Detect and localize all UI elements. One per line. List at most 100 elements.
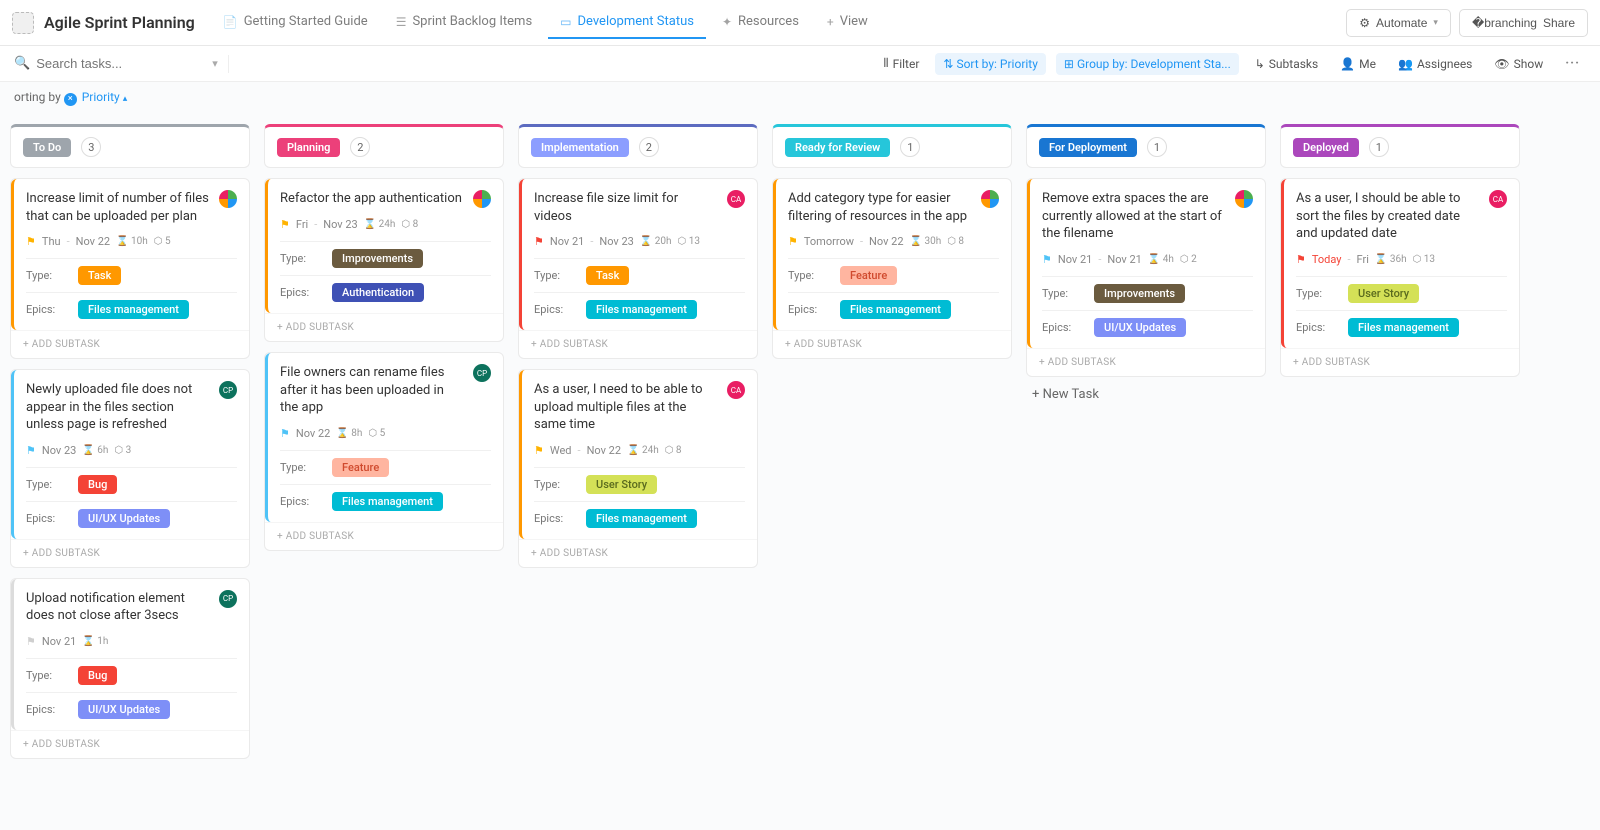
tab-getting-started[interactable]: 📄Getting Started Guide <box>211 6 380 39</box>
add-subtask-button[interactable]: + ADD SUBTASK <box>1281 348 1519 376</box>
task-card[interactable]: As a user, I should be able to sort the … <box>1280 178 1520 377</box>
me-button[interactable]: 👤Me <box>1334 53 1382 75</box>
priority-flag-icon[interactable]: ⚑ <box>534 444 544 457</box>
assignee-avatar[interactable] <box>473 190 491 208</box>
assignee-avatar[interactable]: CA <box>727 381 745 399</box>
priority-flag-icon[interactable]: ⚑ <box>788 235 798 248</box>
page-title: Agile Sprint Planning <box>44 13 195 32</box>
type-tag[interactable]: Improvements <box>332 249 423 268</box>
epics-tag[interactable]: Files management <box>586 300 697 319</box>
task-title: Newly uploaded file does not appear in t… <box>26 381 211 434</box>
task-card[interactable]: As a user, I need to be able to upload m… <box>518 369 758 568</box>
assignee-avatar[interactable]: CA <box>1489 190 1507 208</box>
column-header[interactable]: To Do3 <box>10 124 250 168</box>
task-date: Wed <box>550 444 572 457</box>
task-date: Nov 23 <box>599 235 633 248</box>
priority-flag-icon[interactable]: ⚑ <box>280 427 290 440</box>
priority-flag-icon[interactable]: ⚑ <box>26 444 36 457</box>
epics-tag[interactable]: UI/UX Updates <box>78 509 170 528</box>
assignee-avatar[interactable]: CP <box>473 364 491 382</box>
field-row: Type:Feature <box>788 258 999 292</box>
type-tag[interactable]: Task <box>78 266 121 285</box>
tab-add-view[interactable]: +View <box>815 6 880 39</box>
share-button[interactable]: �branchingShare <box>1459 9 1588 37</box>
epics-tag[interactable]: UI/UX Updates <box>1094 318 1186 337</box>
close-icon[interactable]: × <box>64 93 77 106</box>
new-task-button[interactable]: + New Task <box>1026 377 1266 412</box>
epics-tag[interactable]: Files management <box>1348 318 1459 337</box>
column-header[interactable]: For Deployment1 <box>1026 124 1266 168</box>
story-points: ⬡ 2 <box>1180 254 1197 265</box>
type-tag[interactable]: Task <box>586 266 629 285</box>
epics-tag[interactable]: Files management <box>586 509 697 528</box>
add-subtask-button[interactable]: + ADD SUBTASK <box>519 330 757 358</box>
filter-button[interactable]: ⫴Filter <box>878 52 926 75</box>
search-input[interactable] <box>36 56 176 71</box>
priority-flag-icon[interactable]: ⚑ <box>1296 253 1306 266</box>
type-tag[interactable]: Feature <box>840 266 897 285</box>
tab-resources[interactable]: ✦Resources <box>710 6 811 39</box>
assignee-avatar[interactable]: CP <box>219 590 237 608</box>
add-subtask-button[interactable]: + ADD SUBTASK <box>11 330 249 358</box>
show-button[interactable]: 👁Show <box>1488 53 1549 75</box>
task-card[interactable]: File owners can rename files after it ha… <box>264 352 504 551</box>
add-subtask-button[interactable]: + ADD SUBTASK <box>265 313 503 341</box>
epics-tag[interactable]: UI/UX Updates <box>78 700 170 719</box>
priority-flag-icon[interactable]: ⚑ <box>1042 253 1052 266</box>
task-card[interactable]: Increase file size limit for videosCA⚑No… <box>518 178 758 359</box>
field-row: Type:Improvements <box>1042 276 1253 310</box>
type-tag[interactable]: Feature <box>332 458 389 477</box>
priority-flag-icon[interactable]: ⚑ <box>280 218 290 231</box>
epics-tag[interactable]: Files management <box>78 300 189 319</box>
task-card[interactable]: Add category type for easier filtering o… <box>772 178 1012 359</box>
add-subtask-button[interactable]: + ADD SUBTASK <box>265 522 503 550</box>
type-tag[interactable]: Bug <box>78 475 117 494</box>
add-subtask-button[interactable]: + ADD SUBTASK <box>11 730 249 758</box>
column-count: 2 <box>639 137 659 157</box>
column-header[interactable]: Planning2 <box>264 124 504 168</box>
column-header[interactable]: Ready for Review1 <box>772 124 1012 168</box>
add-subtask-button[interactable]: + ADD SUBTASK <box>11 539 249 567</box>
type-tag[interactable]: Bug <box>78 666 117 685</box>
task-card[interactable]: Newly uploaded file does not appear in t… <box>10 369 250 568</box>
assignee-avatar[interactable]: CA <box>727 190 745 208</box>
task-card[interactable]: Upload notification element does not clo… <box>10 578 250 759</box>
more-button[interactable]: ··· <box>1559 56 1586 71</box>
epics-tag[interactable]: Files management <box>840 300 951 319</box>
sort-by-chip[interactable]: ⇅ Sort by: Priority <box>935 53 1046 75</box>
assignee-avatar[interactable] <box>981 190 999 208</box>
task-card[interactable]: Remove extra spaces the are currently al… <box>1026 178 1266 377</box>
type-tag[interactable]: User Story <box>586 475 657 494</box>
column-header[interactable]: Implementation2 <box>518 124 758 168</box>
subtasks-button[interactable]: ↳Subtasks <box>1249 53 1324 75</box>
group-by-chip[interactable]: ⊞ Group by: Development Sta... <box>1056 53 1239 75</box>
add-subtask-button[interactable]: + ADD SUBTASK <box>519 539 757 567</box>
share-label: Share <box>1543 16 1575 30</box>
task-card[interactable]: Increase limit of number of files that c… <box>10 178 250 359</box>
tab-development-status[interactable]: ▭Development Status <box>548 6 706 39</box>
add-subtask-button[interactable]: + ADD SUBTASK <box>773 330 1011 358</box>
task-card[interactable]: Refactor the app authentication⚑Fri-Nov … <box>264 178 504 342</box>
sort-chip[interactable]: × Priority ▴ <box>64 90 128 104</box>
column-header[interactable]: Deployed1 <box>1280 124 1520 168</box>
priority-flag-icon[interactable]: ⚑ <box>26 235 36 248</box>
field-row: Epics:UI/UX Updates <box>1042 310 1253 344</box>
time-estimate: ⌛ 8h <box>336 428 362 439</box>
search-box[interactable]: 🔍 ▾ <box>14 56 218 71</box>
column-status-badge: For Deployment <box>1039 138 1137 157</box>
chevron-down-icon[interactable]: ▾ <box>212 57 218 70</box>
tab-sprint-backlog[interactable]: ☰Sprint Backlog Items <box>384 6 544 39</box>
assignee-avatar[interactable] <box>1235 190 1253 208</box>
assignee-avatar[interactable]: CP <box>219 381 237 399</box>
search-icon: 🔍 <box>14 56 30 71</box>
epics-tag[interactable]: Authentication <box>332 283 424 302</box>
assignees-button[interactable]: 👥Assignees <box>1392 53 1478 75</box>
assignee-avatar[interactable] <box>219 190 237 208</box>
epics-tag[interactable]: Files management <box>332 492 443 511</box>
priority-flag-icon[interactable]: ⚑ <box>26 635 36 648</box>
type-tag[interactable]: User Story <box>1348 284 1419 303</box>
type-tag[interactable]: Improvements <box>1094 284 1185 303</box>
automate-button[interactable]: ⚙Automate▾ <box>1346 9 1451 37</box>
priority-flag-icon[interactable]: ⚑ <box>534 235 544 248</box>
add-subtask-button[interactable]: + ADD SUBTASK <box>1027 348 1265 376</box>
